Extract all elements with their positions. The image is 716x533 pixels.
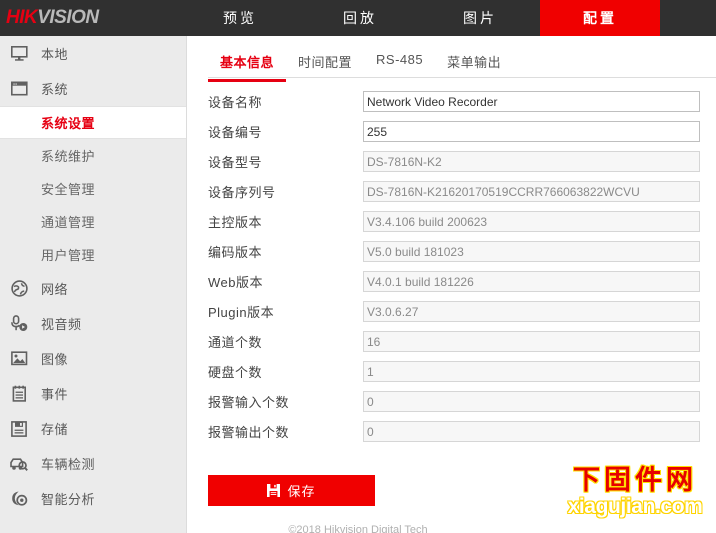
tab-basic-info[interactable]: 基本信息 bbox=[208, 46, 287, 82]
sidebar-item-event-label: 事件 bbox=[41, 387, 69, 402]
label-hdd-count: 硬盘个数 bbox=[208, 365, 263, 380]
globe-icon bbox=[6, 278, 32, 300]
sidebar-item-channel-management[interactable]: 通道管理 bbox=[0, 205, 186, 238]
save-row: 保存 bbox=[188, 475, 716, 506]
tab-menu-output[interactable]: 菜单输出 bbox=[435, 46, 513, 79]
clipboard-icon bbox=[6, 383, 32, 405]
sidebar-item-user-management[interactable]: 用户管理 bbox=[0, 238, 186, 271]
label-alarm-output-count: 报警输出个数 bbox=[208, 425, 290, 440]
topnav-item-picture[interactable]: 图片 bbox=[420, 0, 540, 36]
form-row-alarm-output-count: 报警输出个数 bbox=[208, 418, 716, 445]
sidebar: 本地 系统 系统设置 系统维护 安全管理 通道管理 用户管理 网络 视音频 图像… bbox=[0, 36, 187, 533]
topnav-item-configuration[interactable]: 配置 bbox=[540, 0, 660, 36]
save-button-label: 保存 bbox=[287, 484, 316, 499]
input-device-name[interactable] bbox=[363, 91, 700, 112]
microphone-icon bbox=[6, 313, 32, 335]
input-encoding-version bbox=[363, 241, 700, 262]
input-hdd-count bbox=[363, 361, 700, 382]
topnav-item-preview[interactable]: 预览 bbox=[180, 0, 300, 36]
form-row-device-model: 设备型号 bbox=[208, 148, 716, 175]
sidebar-item-system-settings[interactable]: 系统设置 bbox=[0, 106, 186, 139]
sidebar-item-user-management-label: 用户管理 bbox=[41, 248, 96, 263]
window-icon bbox=[6, 78, 32, 100]
label-plugin-version: Plugin版本 bbox=[208, 305, 275, 320]
sidebar-item-network[interactable]: 网络 bbox=[0, 271, 186, 306]
sidebar-item-event[interactable]: 事件 bbox=[0, 376, 186, 411]
sidebar-item-video-audio[interactable]: 视音频 bbox=[0, 306, 186, 341]
label-firmware-version: 主控版本 bbox=[208, 215, 263, 230]
input-device-number[interactable] bbox=[363, 121, 700, 142]
sidebar-item-system-settings-label: 系统设置 bbox=[41, 116, 96, 131]
content-panel: 基本信息 时间配置 RS-485 菜单输出 设备名称 设备编号 设备型号 设备序… bbox=[188, 36, 716, 533]
smart-analysis-icon bbox=[6, 488, 32, 510]
copyright-notice: ©2018 Hikvision Digital Tech bbox=[288, 524, 428, 533]
tab-bar: 基本信息 时间配置 RS-485 菜单输出 bbox=[208, 46, 716, 82]
sidebar-item-image-label: 图像 bbox=[41, 352, 69, 367]
sidebar-item-vehicle-detection[interactable]: 车辆检测 bbox=[0, 446, 186, 481]
sidebar-item-system-maintenance[interactable]: 系统维护 bbox=[0, 139, 186, 172]
sidebar-item-system-label: 系统 bbox=[41, 82, 69, 97]
sidebar-item-storage-label: 存储 bbox=[41, 422, 69, 437]
monitor-icon bbox=[6, 43, 32, 65]
sidebar-item-channel-management-label: 通道管理 bbox=[41, 215, 96, 230]
image-icon bbox=[6, 348, 32, 370]
label-channel-count: 通道个数 bbox=[208, 335, 263, 350]
sidebar-item-storage[interactable]: 存储 bbox=[0, 411, 186, 446]
label-alarm-input-count: 报警输入个数 bbox=[208, 395, 290, 410]
sidebar-item-smart-analysis[interactable]: 智能分析 bbox=[0, 481, 186, 516]
label-encoding-version: 编码版本 bbox=[208, 245, 263, 260]
topnav-item-playback[interactable]: 回放 bbox=[300, 0, 420, 36]
save-button[interactable]: 保存 bbox=[208, 475, 375, 506]
floppy-disk-icon bbox=[267, 484, 281, 497]
form-row-device-name: 设备名称 bbox=[208, 88, 716, 115]
input-alarm-output-count bbox=[363, 421, 700, 442]
form-row-serial-number: 设备序列号 bbox=[208, 178, 716, 205]
form-row-alarm-input-count: 报警输入个数 bbox=[208, 388, 716, 415]
form-row-encoding-version: 编码版本 bbox=[208, 238, 716, 265]
input-serial-number bbox=[363, 181, 700, 202]
sidebar-item-security-management[interactable]: 安全管理 bbox=[0, 172, 186, 205]
sidebar-item-system-maintenance-label: 系统维护 bbox=[41, 149, 96, 164]
sidebar-item-smart-analysis-label: 智能分析 bbox=[41, 492, 96, 507]
car-search-icon bbox=[6, 453, 32, 475]
input-firmware-version bbox=[363, 211, 700, 232]
input-web-version bbox=[363, 271, 700, 292]
logo-vision-text: VISION bbox=[37, 7, 99, 28]
sidebar-item-image[interactable]: 图像 bbox=[0, 341, 186, 376]
sidebar-item-local[interactable]: 本地 bbox=[0, 36, 186, 71]
input-plugin-version bbox=[363, 301, 700, 322]
sidebar-item-network-label: 网络 bbox=[41, 282, 69, 297]
top-bar: HIK VISION 预览 回放 图片 配置 bbox=[0, 0, 716, 36]
hikvision-web-client: HIK VISION 预览 回放 图片 配置 本地 系统 系统设置 系统维护 安… bbox=[0, 0, 716, 533]
form-row-channel-count: 通道个数 bbox=[208, 328, 716, 355]
sidebar-item-local-label: 本地 bbox=[41, 47, 69, 62]
form-row-plugin-version: Plugin版本 bbox=[208, 298, 716, 325]
tab-rs485[interactable]: RS-485 bbox=[364, 46, 435, 75]
label-web-version: Web版本 bbox=[208, 275, 263, 290]
form-row-hdd-count: 硬盘个数 bbox=[208, 358, 716, 385]
label-device-number: 设备编号 bbox=[208, 125, 263, 140]
floppy-disk-icon bbox=[6, 418, 32, 440]
input-channel-count bbox=[363, 331, 700, 352]
input-alarm-input-count bbox=[363, 391, 700, 412]
sidebar-item-video-audio-label: 视音频 bbox=[41, 317, 82, 332]
top-navigation: 预览 回放 图片 配置 bbox=[180, 0, 716, 36]
hikvision-logo: HIK VISION bbox=[0, 0, 180, 36]
input-device-model bbox=[363, 151, 700, 172]
form-row-web-version: Web版本 bbox=[208, 268, 716, 295]
sidebar-item-vehicle-detection-label: 车辆检测 bbox=[41, 457, 96, 472]
label-device-model: 设备型号 bbox=[208, 155, 263, 170]
sidebar-item-security-management-label: 安全管理 bbox=[41, 182, 96, 197]
label-device-name: 设备名称 bbox=[208, 95, 263, 110]
tab-time-config[interactable]: 时间配置 bbox=[286, 46, 364, 79]
label-serial-number: 设备序列号 bbox=[208, 185, 276, 200]
device-info-form: 设备名称 设备编号 设备型号 设备序列号 主控版本 编码版本 bbox=[188, 88, 716, 445]
logo-hik-text: HIK bbox=[6, 7, 38, 28]
sidebar-item-system[interactable]: 系统 bbox=[0, 71, 186, 106]
form-row-firmware-version: 主控版本 bbox=[208, 208, 716, 235]
form-row-device-number: 设备编号 bbox=[208, 118, 716, 145]
